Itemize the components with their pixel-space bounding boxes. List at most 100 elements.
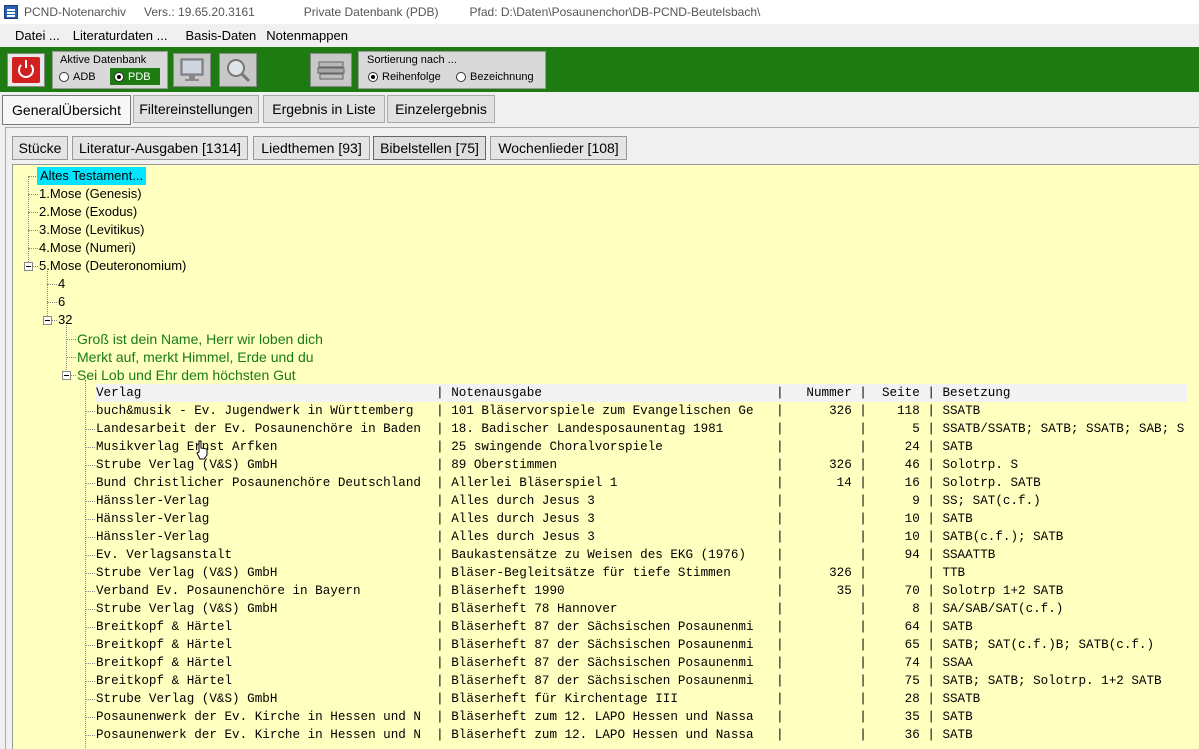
tree-line (52, 320, 57, 321)
table-row[interactable]: Bund Christlicher Posaunenchöre Deutschl… (96, 474, 1192, 492)
radio-sort-bezeichnung[interactable]: Bezeichnung (456, 71, 534, 83)
tree-line (28, 176, 29, 268)
radio-sort-reihenfolge-indicator (368, 72, 378, 82)
menu-bar: Datei ... Literaturdaten ... Basis-Daten… (0, 24, 1199, 47)
app-name: PCND-Notenarchiv (24, 5, 127, 19)
books-button[interactable] (310, 53, 352, 87)
tree-line (85, 483, 95, 484)
tree-node-book[interactable]: 3.Mose (Levitikus) (39, 221, 144, 239)
tree-line (66, 357, 76, 358)
subtab-wochenlieder[interactable]: Wochenlieder [108] (490, 136, 627, 160)
radio-pdb[interactable]: PDB (114, 71, 151, 83)
table-row[interactable]: Hänssler-Verlag | Alles durch Jesus 3 | … (96, 510, 1192, 528)
books-icon (317, 61, 345, 80)
mouse-cursor-icon (196, 440, 208, 460)
tree-node-song[interactable]: Groß ist dein Name, Herr wir loben dich (77, 330, 323, 348)
collapse-5mose-toggle[interactable] (24, 262, 33, 271)
tree-line (85, 591, 95, 592)
tree-node-chapter[interactable]: 6 (58, 293, 65, 311)
table-row[interactable]: Landesarbeit der Ev. Posaunenchöre in Ba… (96, 420, 1192, 438)
tab-filtereinstellungen[interactable]: Filtereinstellungen (133, 95, 259, 123)
tree-line (85, 429, 95, 430)
subtab-bibelstellen[interactable]: Bibelstellen [75] (373, 136, 486, 160)
table-row[interactable]: buch&musik - Ev. Jugendwerk in Württembe… (96, 402, 1192, 420)
collapse-chapter-32-toggle[interactable] (43, 316, 52, 325)
table-row[interactable]: Strube Verlag (V&S) GmbH | Bläserheft 78… (96, 600, 1192, 618)
tree-line (66, 325, 67, 376)
table-row[interactable]: Posaunenwerk der Ev. Kirche in Hessen un… (96, 708, 1192, 726)
tree-node-song[interactable]: Sei Lob und Ehr dem höchsten Gut (77, 366, 296, 384)
menu-literaturdaten[interactable]: Literaturdaten ... (70, 28, 178, 43)
search-button[interactable] (219, 53, 257, 87)
tree-node-song[interactable]: Merkt auf, merkt Himmel, Erde und du (77, 348, 314, 366)
table-row[interactable]: Hänssler-Verlag | Alles durch Jesus 3 | … (96, 528, 1192, 546)
tree-line (85, 555, 95, 556)
menu-basis-daten[interactable]: Basis-Daten (177, 28, 266, 43)
radio-sort-reihenfolge[interactable]: Reihenfolge (368, 71, 441, 83)
tree-node-altes-testament[interactable]: Altes Testament... (37, 167, 147, 185)
monitor-icon (180, 58, 204, 81)
tree-line (28, 194, 38, 195)
tab-generaluebersicht[interactable]: GeneralÜbersicht (2, 95, 131, 125)
tree-node-chapter[interactable]: 4 (58, 275, 65, 293)
version-label: Vers.: 19.65.20.3161 (144, 5, 255, 19)
tree-line (85, 663, 95, 664)
sort-label: Sortierung nach ... (367, 54, 457, 66)
tree-line (85, 645, 95, 646)
tree-line (33, 266, 38, 267)
tree-line (71, 375, 76, 376)
radio-adb-label: ADB (73, 71, 96, 83)
path-label: Pfad: D:\Daten\Posaunenchor\DB-PCND-Beut… (469, 5, 761, 19)
table-row[interactable]: Strube Verlag (V&S) GmbH | 89 Oberstimme… (96, 456, 1192, 474)
tree-line (85, 627, 95, 628)
app-menu-icon[interactable] (4, 5, 18, 19)
table-row[interactable]: Breitkopf & Härtel | Bläserheft 87 der S… (96, 618, 1192, 636)
tree-line (85, 573, 95, 574)
subtab-stuecke[interactable]: Stücke (12, 136, 68, 160)
table-row[interactable]: Strube Verlag (V&S) GmbH | Bläserheft fü… (96, 690, 1192, 708)
tree-node-book[interactable]: 2.Mose (Exodus) (39, 203, 137, 221)
table-row[interactable]: Posaunenwerk der Ev. Kirche in Hessen un… (96, 726, 1192, 744)
table-row[interactable]: Hänssler-Verlag | Alles durch Jesus 3 | … (96, 492, 1192, 510)
tree-line (85, 537, 95, 538)
radio-adb[interactable]: ADB (59, 71, 96, 83)
tree-line (85, 609, 95, 610)
radio-sort-reihenfolge-label: Reihenfolge (382, 71, 441, 83)
tab-einzelergebnis[interactable]: Einzelergebnis (387, 95, 495, 123)
table-row[interactable]: Strube Verlag (V&S) GmbH | Bläser-Beglei… (96, 564, 1192, 582)
table-row[interactable]: Breitkopf & Härtel | Bläserheft 87 der S… (96, 654, 1192, 672)
table-row[interactable]: Breitkopf & Härtel | Bläserheft 87 der S… (96, 636, 1192, 654)
tree-node-book[interactable]: 1.Mose (Genesis) (39, 185, 142, 203)
tree-line (85, 699, 95, 700)
menu-notenmappen[interactable]: Notenmappen (266, 28, 358, 43)
table-row[interactable]: Breitkopf & Härtel | Bläserheft 87 der S… (96, 672, 1192, 690)
tree-node-book[interactable]: 4.Mose (Numeri) (39, 239, 136, 257)
search-icon (227, 59, 251, 83)
menu-datei[interactable]: Datei ... (0, 28, 70, 43)
table-row[interactable]: Musikverlag Ernst Arfken | 25 swingende … (96, 438, 1192, 456)
tree-line (28, 248, 38, 249)
subtab-liedthemen[interactable]: Liedthemen [93] (253, 136, 370, 160)
tree-line (85, 735, 95, 736)
tree-line (85, 411, 95, 412)
tree-line (47, 302, 57, 303)
tree-node-book[interactable]: 5.Mose (Deuteronomium) (39, 257, 186, 275)
subtab-literatur-ausgaben[interactable]: Literatur-Ausgaben [1314] (72, 136, 248, 160)
toolbar: Aktive Datenbank ADB PDB Sortierung nach… (0, 47, 1199, 92)
tree-line (85, 465, 95, 466)
power-icon (12, 57, 40, 83)
table-row[interactable]: Ev. Verlagsanstalt | Baukastensätze zu W… (96, 546, 1192, 564)
bible-tree[interactable]: Altes Testament... 1.Mose (Genesis) 2.Mo… (12, 164, 1199, 749)
tab-ergebnis-in-liste[interactable]: Ergebnis in Liste (263, 95, 385, 123)
tree-line (85, 447, 95, 448)
tree-line (85, 717, 95, 718)
table-row[interactable]: Verband Ev. Posaunenchöre in Bayern | Bl… (96, 582, 1192, 600)
tree-line (28, 212, 38, 213)
collapse-song-toggle[interactable] (62, 371, 71, 380)
title-bar: PCND-Notenarchiv Vers.: 19.65.20.3161 Pr… (0, 0, 1199, 24)
radio-sort-bezeichnung-label: Bezeichnung (470, 71, 534, 83)
exit-button[interactable] (7, 53, 45, 87)
tree-line (85, 501, 95, 502)
radio-adb-indicator (59, 72, 69, 82)
monitor-button[interactable] (173, 53, 211, 87)
